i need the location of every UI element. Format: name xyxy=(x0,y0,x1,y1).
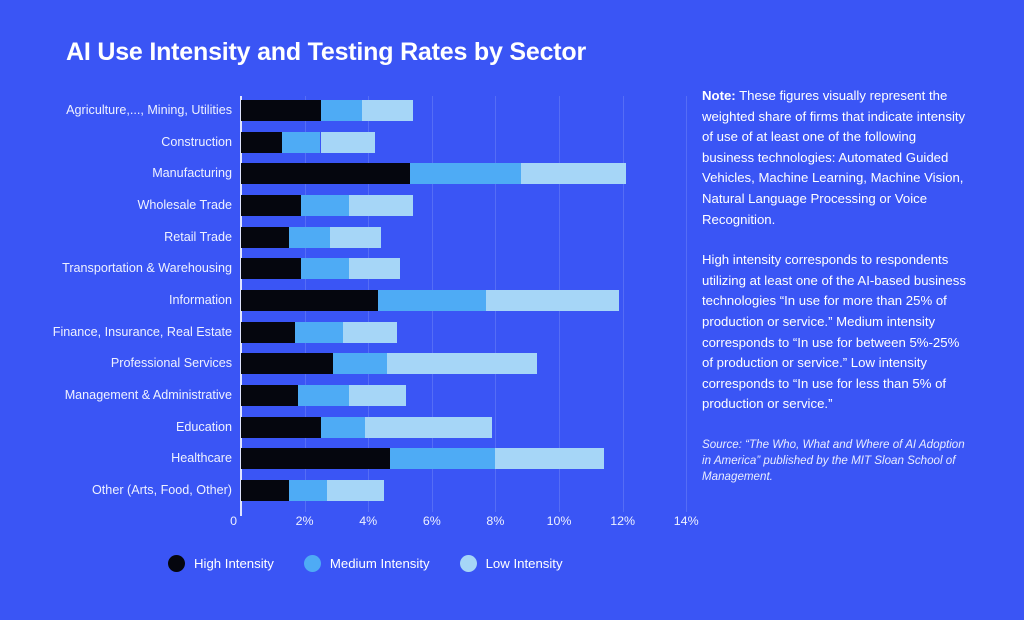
bar-segment[interactable] xyxy=(241,100,321,121)
bar-segment[interactable] xyxy=(241,416,321,438)
y-axis-label: Wholesale Trade xyxy=(137,197,232,212)
bar-segment[interactable] xyxy=(298,384,350,406)
bar-segment[interactable] xyxy=(342,321,397,343)
legend-label: Medium Intensity xyxy=(329,556,430,571)
bar-segment[interactable] xyxy=(241,289,378,311)
legend-swatch-circle-icon xyxy=(303,555,321,572)
legend-swatch-circle-icon xyxy=(168,555,185,572)
x-axis-tick-label: 0 xyxy=(230,514,237,528)
y-axis-label: Education xyxy=(175,419,232,434)
bar-segment[interactable] xyxy=(241,163,410,185)
bar-segment[interactable] xyxy=(320,100,362,121)
bar-segment[interactable] xyxy=(241,226,289,248)
bar-row[interactable] xyxy=(241,100,413,121)
bar-segment[interactable] xyxy=(282,131,321,153)
bar-segment[interactable] xyxy=(241,384,299,406)
bar-segment[interactable] xyxy=(320,416,366,438)
page-title: AI Use Intensity and Testing Rates by Se… xyxy=(66,38,587,66)
bar-segment[interactable] xyxy=(520,163,626,185)
x-axis-tick-label: 6% xyxy=(422,514,441,528)
bar-segment[interactable] xyxy=(241,448,391,470)
stacked-bars-group xyxy=(241,96,690,512)
note-label: Note: xyxy=(702,88,736,103)
y-axis-label: Management & Administrative xyxy=(64,387,232,402)
bar-row[interactable] xyxy=(241,448,604,470)
bar-segment[interactable] xyxy=(288,226,331,248)
note-paragraph-1: Note: These figures visually represent t… xyxy=(702,86,970,230)
y-axis-label: Retail Trade xyxy=(164,229,232,244)
bar-row[interactable] xyxy=(241,131,375,153)
y-axis-label: Healthcare xyxy=(171,451,232,466)
legend-swatch-circle-icon xyxy=(459,555,477,572)
bar-segment[interactable] xyxy=(301,258,350,280)
bar-row[interactable] xyxy=(241,289,620,311)
bar-segment[interactable] xyxy=(485,289,620,311)
bar-segment[interactable] xyxy=(320,131,375,153)
bar-segment[interactable] xyxy=(361,100,413,121)
legend-item[interactable]: Medium Intensity xyxy=(303,555,430,572)
bar-segment[interactable] xyxy=(349,384,407,406)
bar-segment[interactable] xyxy=(288,479,327,501)
y-axis-label: Agriculture,..., Mining, Utilities xyxy=(66,103,232,117)
x-axis-tick-label: 2% xyxy=(295,514,314,528)
bar-segment[interactable] xyxy=(241,321,296,343)
bar-segment[interactable] xyxy=(241,258,302,280)
y-axis-label: Information xyxy=(169,292,232,307)
legend-label: Low Intensity xyxy=(485,556,563,571)
x-axis-tick-label: 4% xyxy=(359,514,378,528)
bar-row[interactable] xyxy=(241,479,385,501)
bar-segment[interactable] xyxy=(365,416,493,438)
bar-segment[interactable] xyxy=(409,163,521,185)
bar-segment[interactable] xyxy=(295,321,343,343)
bar-segment[interactable] xyxy=(377,289,486,311)
note-paragraph-1-text: These figures visually represent the wei… xyxy=(702,88,966,227)
x-axis-tick-label: 12% xyxy=(610,514,635,528)
y-axis-label: Construction xyxy=(161,134,232,149)
y-axis-label: Manufacturing xyxy=(152,166,232,181)
x-axis-tick-label: 14% xyxy=(673,514,699,528)
bar-segment[interactable] xyxy=(241,131,283,153)
legend-item[interactable]: Low Intensity xyxy=(459,555,563,572)
x-axis-ticks: 0 2% 4% 6% 8% 10% 12% 14% xyxy=(230,514,701,536)
y-axis-labels: Agriculture,..., Mining, Utilities Constr… xyxy=(0,96,232,508)
note-paragraph-2: High intensity corresponds to respondent… xyxy=(702,252,966,412)
infographic-canvas: AI Use Intensity and Testing Rates by Se… xyxy=(0,0,1024,620)
y-axis-label: Professional Services xyxy=(110,356,232,371)
bar-segment[interactable] xyxy=(349,258,400,280)
chart-legend: High Intensity Medium Intensity Low Intens… xyxy=(168,555,563,572)
bar-row[interactable] xyxy=(241,226,381,248)
y-axis-label: Transportation & Warehousing xyxy=(62,261,232,276)
bar-segment[interactable] xyxy=(333,353,388,375)
bar-row[interactable] xyxy=(241,416,493,438)
y-axis-label: Other (Arts, Food, Other) xyxy=(92,482,232,497)
bar-segment[interactable] xyxy=(241,194,302,216)
legend-item[interactable]: High Intensity xyxy=(168,555,274,572)
bar-row[interactable] xyxy=(241,258,400,280)
bar-row[interactable] xyxy=(241,353,537,375)
bar-segment[interactable] xyxy=(326,479,385,501)
bar-row[interactable] xyxy=(241,194,413,216)
bar-segment[interactable] xyxy=(241,479,289,501)
x-axis-tick-label: 8% xyxy=(486,514,505,528)
bar-segment[interactable] xyxy=(349,194,413,216)
notes-panel: Note: These figures visually represent t… xyxy=(702,86,970,485)
bar-segment[interactable] xyxy=(330,226,381,248)
chart-plot-area: Agriculture,..., Mining, Utilities Constr… xyxy=(0,96,699,528)
bar-segment[interactable] xyxy=(387,353,537,375)
bar-row[interactable] xyxy=(241,163,626,185)
y-axis-label: Finance, Insurance, Real Estate xyxy=(52,324,232,339)
bar-row[interactable] xyxy=(241,384,407,406)
x-axis-tick-label: 10% xyxy=(546,514,572,528)
bar-segment[interactable] xyxy=(495,448,604,470)
bar-segment[interactable] xyxy=(301,194,350,216)
bar-segment[interactable] xyxy=(390,448,496,470)
bar-row[interactable] xyxy=(241,321,397,343)
bar-segment[interactable] xyxy=(241,353,334,375)
source-citation: Source: “The Who, What and Where of AI A… xyxy=(702,437,965,483)
legend-label: High Intensity xyxy=(194,556,274,571)
